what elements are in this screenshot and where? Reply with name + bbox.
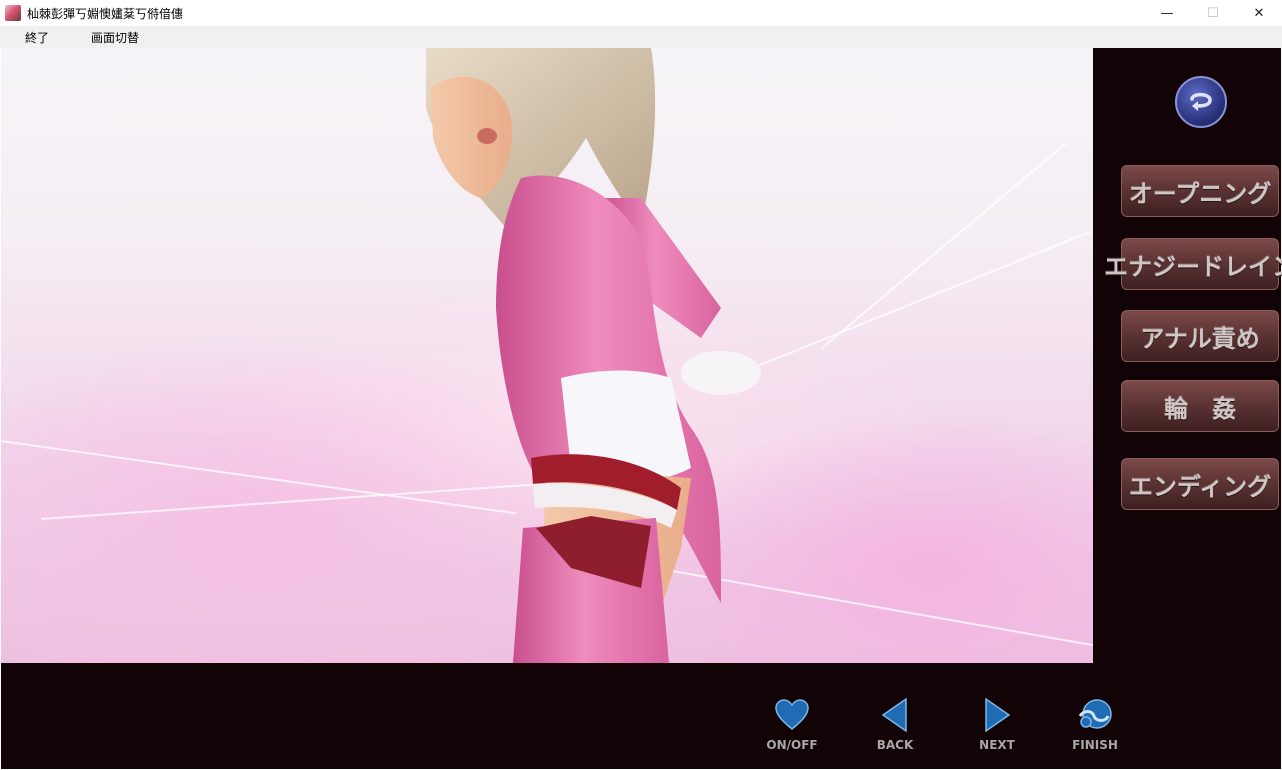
finish-label: FINISH [1072,738,1118,752]
back-button[interactable]: BACK [860,696,930,758]
close-button[interactable]: ✕ [1236,0,1282,26]
scene-button-energy-drain[interactable]: エナジードレイン [1104,238,1282,290]
back-label: BACK [876,738,914,752]
on-off-button[interactable]: ON/OFF [757,696,827,758]
menu-item-screen-switch[interactable]: 画面切替 [79,29,151,46]
on-off-label: ON/OFF [766,738,818,752]
title-bar: 杣棘彭彈丂婣懊嫿棻丂偫偣僡 — ☐ ✕ [0,0,1282,26]
menu-item-quit[interactable]: 終了 [13,29,61,46]
scene-button-rinkan[interactable]: 輪 姦 [1121,380,1279,432]
triangle-right-icon [985,697,1011,733]
window-controls: — ☐ ✕ [1144,0,1282,26]
maximize-button[interactable]: ☐ [1190,0,1236,26]
scene-view[interactable] [1,48,1093,663]
side-panel: オープニング エナジードレイン アナル責め 輪 姦 エンディング [1093,48,1282,663]
heart-icon [775,699,809,730]
minimize-button[interactable]: — [1144,0,1190,26]
next-button[interactable]: NEXT [962,696,1032,758]
scene-button-ending[interactable]: エンディング [1121,458,1279,510]
return-button[interactable] [1175,76,1227,128]
window-title: 杣棘彭彈丂婣懊嫿棻丂偫偣僡 [27,6,184,21]
scene-button-anal[interactable]: アナル責め [1121,310,1279,362]
character-figure [426,48,761,663]
triangle-left-icon [881,697,907,733]
scene-button-opening[interactable]: オープニング [1121,165,1279,217]
finish-button[interactable]: FINISH [1060,696,1130,758]
next-label: NEXT [979,738,1015,752]
menu-bar: 終了 画面切替 [0,26,1282,48]
return-arrow-icon [1190,92,1212,111]
finish-swirl-icon [1078,699,1112,729]
game-client-area: オープニング エナジードレイン アナル責め 輪 姦 エンディング ON/OFF … [1,48,1282,769]
app-icon [5,5,21,21]
